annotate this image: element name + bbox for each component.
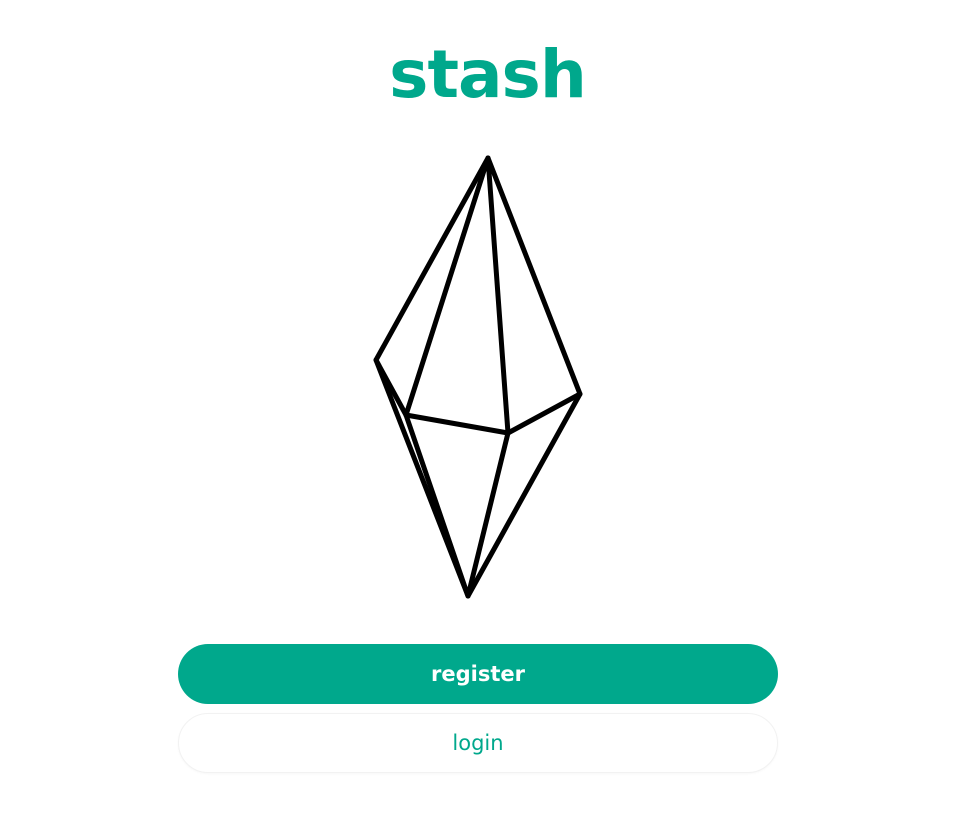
welcome-screen: stash register login xyxy=(0,0,975,818)
app-logo: stash xyxy=(389,36,587,113)
crystal-gem-icon xyxy=(373,155,583,599)
register-button[interactable]: register xyxy=(178,644,778,704)
login-button[interactable]: login xyxy=(178,713,778,773)
